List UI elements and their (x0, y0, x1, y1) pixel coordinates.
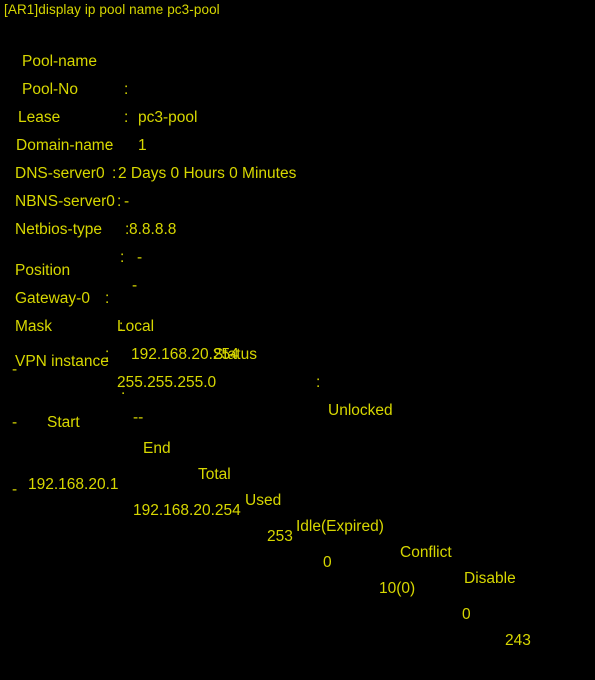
cell-disable: 243 (505, 632, 531, 649)
table-rule-top: - (12, 362, 18, 378)
cell-total: 253 (267, 528, 293, 545)
command-prompt-line: [AR1]display ip pool name pc3-pool (4, 2, 220, 17)
field-row-dns-server0: DNS-server0 : 8.8.8.8 (0, 132, 595, 238)
table-header-row: Start End Total Used Idle(Expired) Confl… (0, 384, 595, 587)
field-row-pool-no: Pool-No : 1 (0, 48, 595, 154)
table-rule-middle: - (12, 415, 18, 431)
cell-conflict: 0 (462, 606, 471, 623)
cell-used: 0 (323, 554, 332, 571)
table-row: 192.168.20.1 192.168.20.254 253 0 10(0) … (0, 446, 595, 649)
column-header-disable: Disable (464, 570, 516, 587)
field-row-vpn-instance: VPN instance : -- (0, 320, 595, 426)
column-header-idle-expired: Idle(Expired) (296, 518, 384, 535)
field-row-mask: Mask : 255.255.255.0 (0, 285, 595, 391)
field-row-lease: Lease : 2 Days 0 Hours 0 Minutes (0, 76, 595, 182)
table-rule-bottom: - (12, 482, 18, 498)
column-header-conflict: Conflict (400, 544, 452, 561)
terminal-screen: [AR1]display ip pool name pc3-pool Pool-… (0, 0, 595, 649)
cell-idle-expired: 10(0) (379, 580, 416, 597)
field-row-domain-name: Domain-name : - (0, 104, 595, 210)
field-row-nbns-server0: NBNS-server0 : - (0, 160, 595, 266)
field-row-pool-name: Pool-name : pc3-pool (0, 20, 595, 126)
cell-end: 192.168.20.254 (133, 502, 241, 519)
field-row-position-status: Position : Local Status : Unlocked (0, 229, 595, 419)
field-row-netbios-type: Netbios-type : - (0, 188, 595, 294)
field-row-gateway-0: Gateway-0 : 192.168.20.254 (0, 257, 595, 363)
